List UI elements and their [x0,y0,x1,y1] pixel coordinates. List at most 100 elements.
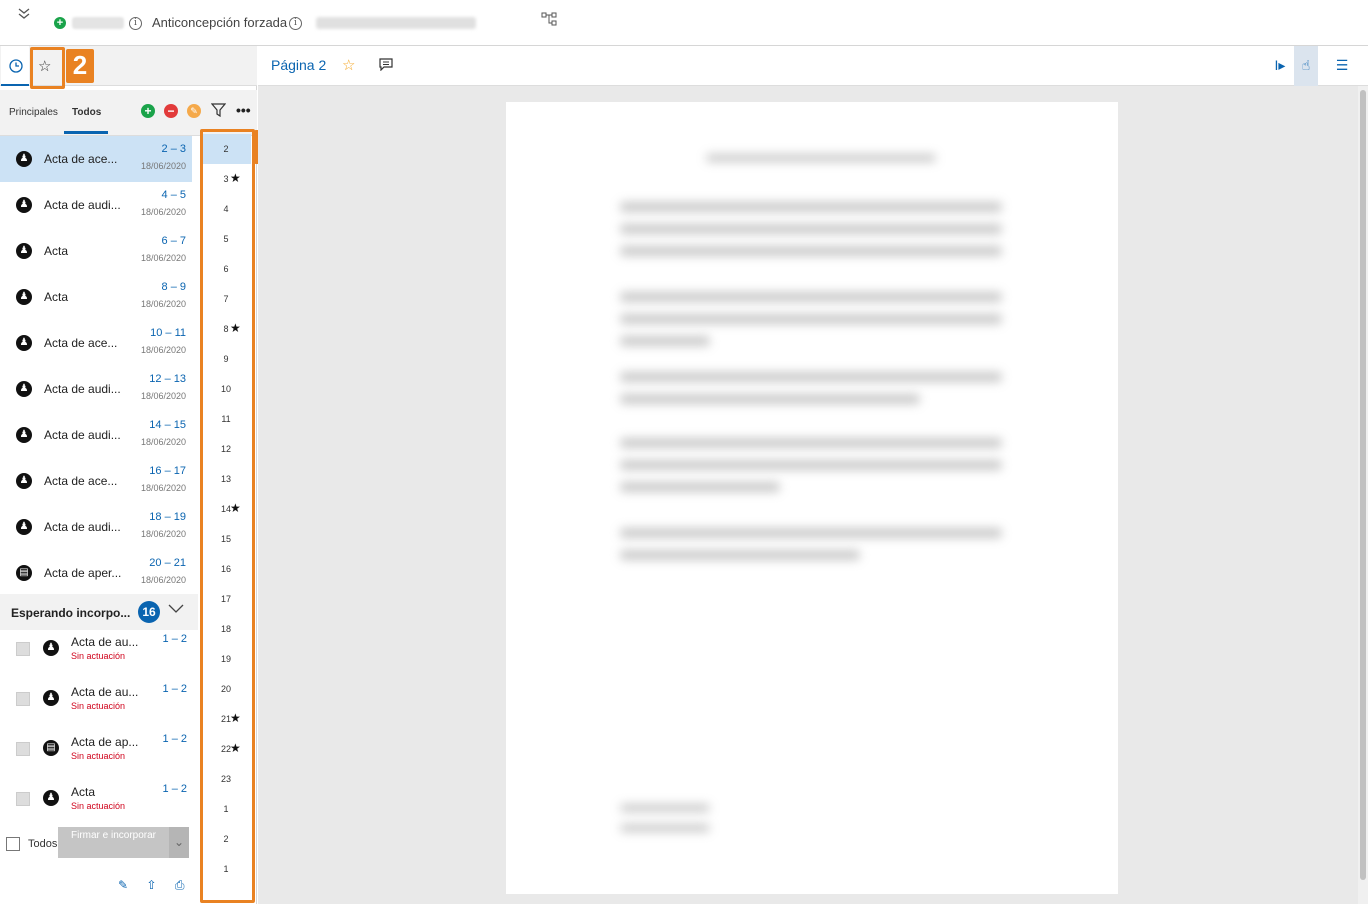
document-date: 18/06/2020 [140,345,186,355]
blurred-text [620,372,1002,382]
top-bar: + i Anticoncepción forzada i [0,0,1368,46]
scroll-thumb[interactable] [1360,90,1366,880]
document-pages[interactable]: 16 – 17 [149,465,186,477]
blurred-signature [620,804,710,812]
document-item[interactable]: ♟ Acta de audi... 18 – 19 18/06/2020 [0,504,192,550]
pending-item[interactable]: ▤ Acta de ap... Sin actuación 1 – 2 [0,730,192,780]
upload-icon[interactable]: ⇧ [146,878,160,892]
star-outline-icon[interactable]: ☆ [342,56,355,74]
select-all-row: Todos Firmar e incorporar ⌄ [0,826,198,862]
stamp-icon: ♟ [16,151,32,167]
stamp-icon: ♟ [43,690,59,706]
pending-list: ♟ Acta de au... Sin actuación 1 – 2 ♟ Ac… [0,630,198,830]
redacted-text [316,17,476,29]
document-pages[interactable]: 18 – 19 [149,511,186,523]
tab-history[interactable] [1,46,29,86]
active-tab-indicator [64,131,108,134]
document-item[interactable]: ♟ Acta de ace... 2 – 3 18/06/2020 [0,136,192,182]
sliders-icon[interactable]: ☰ [1330,46,1354,86]
document-item[interactable]: ▤ Acta de aper... 20 – 21 18/06/2020 [0,550,192,596]
document-date: 18/06/2020 [140,529,186,539]
viewer-scrollbar[interactable] [1358,86,1368,904]
chevron-down-icon[interactable] [168,601,184,617]
document-name: Acta de audi... [44,382,121,396]
blurred-signature [620,824,710,832]
document-item[interactable]: ♟ Acta de ace... 10 – 11 18/06/2020 [0,320,192,366]
sign-and-incorporate-button[interactable]: Firmar e incorporar [58,827,169,858]
sign-options-dropdown[interactable]: ⌄ [169,827,189,858]
pending-pages[interactable]: 1 – 2 [163,683,187,695]
pending-item[interactable]: ♟ Acta de au... Sin actuación 1 – 2 [0,630,192,680]
document-pages[interactable]: 10 – 11 [150,327,186,339]
blurred-text [620,550,860,560]
document-icon: ▤ [43,740,59,756]
item-checkbox[interactable] [16,642,30,656]
pending-section-header[interactable]: Esperando incorpo... 16 [0,594,198,630]
item-checkbox[interactable] [16,692,30,706]
item-checkbox[interactable] [16,792,30,806]
document-name: Acta de audi... [44,198,121,212]
viewer-header: Página 2 ☆ I▸ ☝ ☰ [258,46,1368,86]
document-page [506,102,1118,894]
plus-green-icon[interactable]: + [141,104,155,118]
document-item[interactable]: ♟ Acta de audi... 4 – 5 18/06/2020 [0,182,192,228]
document-pages[interactable]: 4 – 5 [162,189,186,201]
chevron-double-down-icon[interactable] [17,6,31,23]
plus-circle-icon[interactable]: + [54,17,66,29]
document-icon: ▤ [16,565,32,581]
document-name: Acta de ace... [44,474,118,488]
document-item[interactable]: ♟ Acta de ace... 16 – 17 18/06/2020 [0,458,192,504]
stamp-icon: ♟ [16,427,32,443]
document-date: 18/06/2020 [140,299,186,309]
edit-icon[interactable]: ✎ [118,878,132,892]
select-all-checkbox[interactable] [6,837,20,851]
callout-highlight-2 [30,47,65,89]
blurred-text [620,482,780,492]
hand-pointer-icon[interactable]: ☝ [1294,46,1318,86]
panel-tabs: ☆ 2 [0,46,257,89]
document-pages[interactable]: 14 – 15 [149,419,186,431]
pending-pages[interactable]: 1 – 2 [163,733,187,745]
pending-label: Esperando incorpo... [11,606,131,620]
document-item[interactable]: ♟ Acta de audi... 14 – 15 18/06/2020 [0,412,192,458]
document-pages[interactable]: 6 – 7 [162,235,186,247]
minus-red-icon[interactable]: − [164,104,178,118]
text-select-icon[interactable]: I▸ [1268,46,1292,86]
document-pages[interactable]: 12 – 13 [149,373,186,385]
blurred-text [620,528,1002,538]
blurred-text [620,246,1002,256]
document-pages[interactable]: 8 – 9 [162,281,186,293]
print-icon[interactable]: ⎙ [175,878,189,893]
stamp-icon: ♟ [16,381,32,397]
document-item[interactable]: ♟ Acta 6 – 7 18/06/2020 [0,228,192,274]
pending-name: Acta de au... [71,685,139,699]
info-icon[interactable]: i [289,17,302,30]
item-checkbox[interactable] [16,742,30,756]
info-icon[interactable]: i [129,17,142,30]
pending-pages[interactable]: 1 – 2 [163,633,187,645]
more-horizontal-icon[interactable]: ••• [236,102,251,118]
document-viewer[interactable] [258,86,1358,904]
pending-item[interactable]: ♟ Acta de au... Sin actuación 1 – 2 [0,680,192,730]
stamp-icon: ♟ [43,640,59,656]
case-title: Anticoncepción forzada [152,15,288,30]
document-pages[interactable]: 20 – 21 [149,557,186,569]
tab-todos[interactable]: Todos [72,107,101,118]
filter-icon[interactable] [210,103,227,122]
hierarchy-icon[interactable] [541,12,557,31]
bottom-toolbar: ✎ ⇧ ⎙ [118,876,199,894]
pending-item[interactable]: ♟ Acta Sin actuación 1 – 2 [0,780,192,830]
document-pages[interactable]: 2 – 3 [162,143,186,155]
tab-principales[interactable]: Principales [9,107,58,118]
stamp-icon: ♟ [16,197,32,213]
pending-name: Acta [71,785,96,799]
comment-icon[interactable] [379,58,393,74]
current-page-label: Página 2 [271,57,327,73]
pending-count-badge: 16 [138,601,160,623]
document-item[interactable]: ♟ Acta de audi... 12 – 13 18/06/2020 [0,366,192,412]
wand-orange-icon[interactable]: ✎ [187,104,201,118]
document-item[interactable]: ♟ Acta 8 – 9 18/06/2020 [0,274,192,320]
pending-pages[interactable]: 1 – 2 [163,783,187,795]
document-date: 18/06/2020 [140,391,186,401]
blurred-text [620,394,920,404]
